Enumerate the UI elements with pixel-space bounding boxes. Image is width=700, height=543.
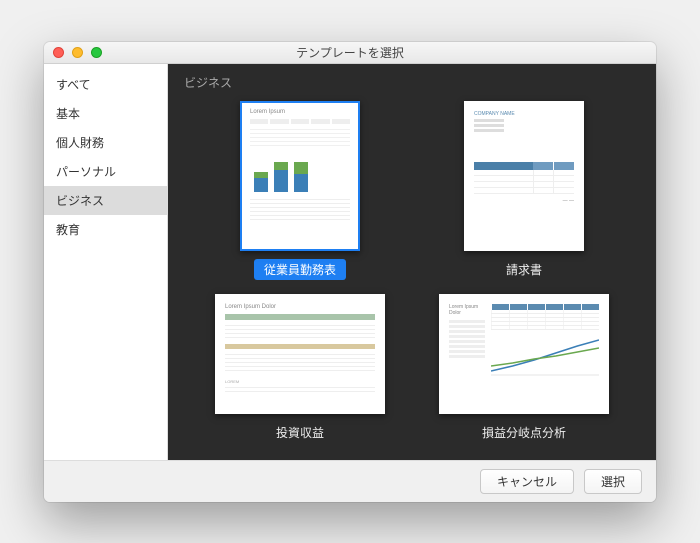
template-break-even[interactable]: Lorem Ipsum Dolor bbox=[422, 294, 626, 443]
window-body: すべて 基本 個人財務 パーソナル ビジネス 教育 ビジネス Lorem Ips… bbox=[44, 64, 656, 460]
sidebar-item-basic[interactable]: 基本 bbox=[44, 99, 167, 128]
template-chooser-window: テンプレートを選択 すべて 基本 個人財務 パーソナル ビジネス 教育 ビジネス… bbox=[44, 42, 656, 502]
template-label: 請求書 bbox=[496, 259, 552, 280]
traffic-lights bbox=[44, 47, 102, 58]
sidebar-item-personal-finance[interactable]: 個人財務 bbox=[44, 128, 167, 157]
template-gallery: ビジネス Lorem Ipsum 従業員勤務表 bbox=[168, 64, 656, 460]
template-thumbnail: Lorem Ipsum bbox=[240, 101, 360, 251]
minimize-icon[interactable] bbox=[72, 47, 83, 58]
template-roi[interactable]: Lorem Ipsum Dolor LOREM 投資収益 bbox=[198, 294, 402, 443]
sidebar-item-education[interactable]: 教育 bbox=[44, 215, 167, 244]
template-invoice[interactable]: COMPANY NAME — — 請求書 bbox=[422, 101, 626, 280]
template-thumbnail: Lorem Ipsum Dolor bbox=[439, 294, 609, 414]
choose-button[interactable]: 選択 bbox=[584, 469, 642, 494]
template-thumbnail: Lorem Ipsum Dolor LOREM bbox=[215, 294, 385, 414]
template-label: 従業員勤務表 bbox=[254, 259, 346, 280]
template-label: 損益分岐点分析 bbox=[472, 422, 576, 443]
close-icon[interactable] bbox=[53, 47, 64, 58]
sidebar-item-personal[interactable]: パーソナル bbox=[44, 157, 167, 186]
footer: キャンセル 選択 bbox=[44, 460, 656, 502]
zoom-icon[interactable] bbox=[91, 47, 102, 58]
titlebar: テンプレートを選択 bbox=[44, 42, 656, 64]
cancel-button[interactable]: キャンセル bbox=[480, 469, 574, 494]
sidebar: すべて 基本 個人財務 パーソナル ビジネス 教育 bbox=[44, 64, 168, 460]
sidebar-item-business[interactable]: ビジネス bbox=[44, 186, 167, 215]
window-title: テンプレートを選択 bbox=[44, 44, 656, 61]
template-label: 投資収益 bbox=[266, 422, 334, 443]
section-header: ビジネス bbox=[168, 64, 656, 95]
template-grid: Lorem Ipsum 従業員勤務表 COMPANY bbox=[168, 95, 656, 460]
sidebar-item-all[interactable]: すべて bbox=[44, 70, 167, 99]
template-employee-schedule[interactable]: Lorem Ipsum 従業員勤務表 bbox=[198, 101, 402, 280]
template-thumbnail: COMPANY NAME — — bbox=[464, 101, 584, 251]
